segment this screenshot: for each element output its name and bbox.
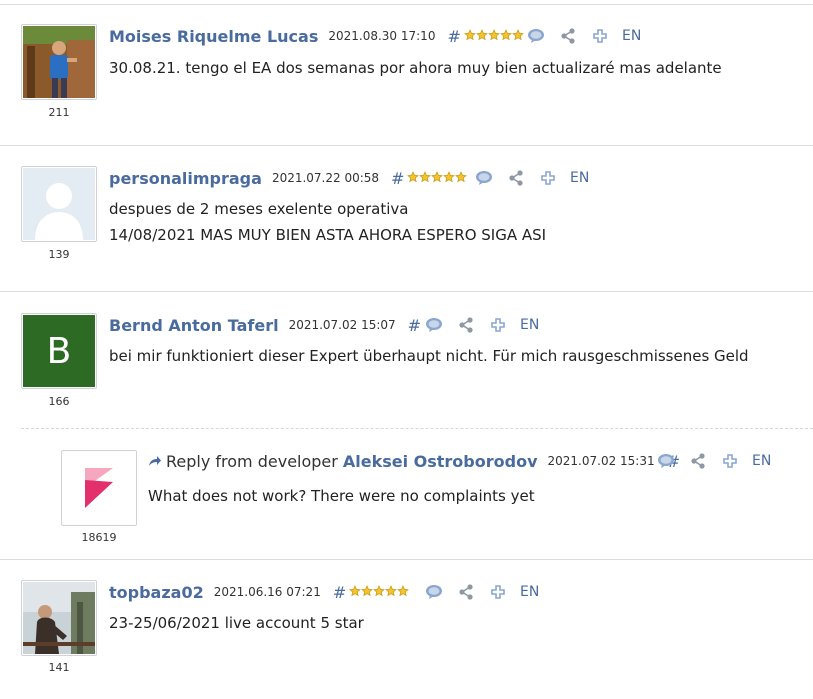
review-text-line: 30.08.21. tengo el EA dos semanas por ah… (109, 59, 722, 77)
developer-logo-icon (63, 452, 135, 524)
author-link[interactable]: Moises Riquelme Lucas (109, 27, 318, 46)
share-icon[interactable] (688, 451, 708, 471)
star-icon (407, 171, 420, 183)
avatar-letter: B (46, 330, 72, 372)
star-icon (349, 585, 362, 597)
star-icon (397, 585, 410, 597)
rating-count: 141 (48, 661, 70, 674)
avatar-photo (23, 26, 95, 98)
avatar[interactable] (21, 580, 97, 656)
star-rating (407, 171, 468, 183)
star-icon (511, 29, 524, 41)
review-date: 2021.08.30 17:10 (328, 29, 436, 43)
translate-en-link[interactable]: EN (520, 317, 539, 333)
plus-icon[interactable] (538, 168, 558, 188)
review-text-line: despues de 2 meses exelente operativa (109, 200, 409, 218)
review-date: 2021.07.22 00:58 (271, 171, 380, 185)
star-icon (373, 585, 386, 597)
star-rating (349, 585, 410, 597)
avatar[interactable] (21, 24, 97, 100)
reply-date: 2021.07.02 15:31 (547, 454, 655, 468)
star-icon (431, 171, 444, 183)
comment-icon[interactable] (474, 168, 494, 188)
permalink-hash[interactable]: # (333, 583, 346, 602)
rating-count: 139 (48, 248, 70, 261)
reply-text: What does not work? There were no compla… (148, 483, 535, 509)
divider (0, 291, 813, 292)
translate-en-link[interactable]: EN (622, 28, 641, 44)
star-icon (443, 171, 456, 183)
author-link[interactable]: personalimpraga (109, 169, 262, 188)
share-icon[interactable] (558, 26, 578, 46)
comment-icon[interactable] (656, 451, 676, 471)
rating-count: 18619 (81, 531, 117, 544)
divider (0, 145, 813, 146)
star-icon (475, 29, 488, 41)
star-icon (455, 171, 468, 183)
comment-icon[interactable] (424, 582, 444, 602)
default-avatar-icon (23, 168, 95, 240)
plus-icon[interactable] (720, 451, 740, 471)
comment-icon[interactable] (526, 26, 546, 46)
share-icon[interactable] (506, 168, 526, 188)
review-text: despues de 2 meses exelente operativa 14… (109, 196, 546, 248)
star-icon (463, 29, 476, 41)
star-rating (463, 29, 524, 41)
plus-icon[interactable] (590, 26, 610, 46)
developer-link[interactable]: Aleksei Ostroborodov (343, 452, 538, 471)
review-text-line: bei mir funktioniert dieser Expert überh… (109, 347, 749, 365)
star-icon (499, 29, 512, 41)
review-date: 2021.06.16 07:21 (213, 585, 321, 599)
review-date: 2021.07.02 15:07 (288, 318, 396, 332)
permalink-hash[interactable]: # (447, 27, 460, 46)
avatar[interactable] (21, 166, 97, 242)
share-icon[interactable] (456, 315, 476, 335)
review-text: 23-25/06/2021 live account 5 star (109, 610, 364, 636)
translate-en-link[interactable]: EN (570, 170, 589, 186)
review-text-line: 23-25/06/2021 live account 5 star (109, 614, 364, 632)
review-text-line: 14/08/2021 MAS MUY BIEN ASTA AHORA ESPER… (109, 226, 547, 244)
plus-icon[interactable] (488, 315, 508, 335)
review-text: bei mir funktioniert dieser Expert überh… (109, 343, 749, 369)
star-icon (361, 585, 374, 597)
reply-divider (21, 428, 813, 429)
rating-count: 211 (48, 106, 70, 119)
star-icon (487, 29, 500, 41)
star-icon (419, 171, 432, 183)
permalink-hash[interactable]: # (391, 169, 404, 188)
author-link[interactable]: topbaza02 (109, 583, 204, 602)
comment-icon[interactable] (424, 315, 444, 335)
divider (0, 559, 813, 560)
plus-icon[interactable] (488, 582, 508, 602)
review-text: 30.08.21. tengo el EA dos semanas por ah… (109, 55, 722, 81)
reply-label: Reply from developer (148, 452, 338, 471)
avatar[interactable]: B (21, 313, 97, 389)
share-icon[interactable] (456, 582, 476, 602)
reply-arrow-icon (149, 456, 161, 466)
avatar-photo (23, 582, 95, 654)
top-divider (0, 4, 813, 5)
reply-from-developer-label: Reply from developer (166, 451, 338, 471)
rating-count: 166 (48, 395, 70, 408)
reply-text-line: What does not work? There were no compla… (148, 487, 535, 505)
permalink-hash[interactable]: # (408, 316, 421, 335)
letter-avatar: B (23, 315, 95, 387)
translate-en-link[interactable]: EN (752, 453, 771, 469)
author-link[interactable]: Bernd Anton Taferl (109, 316, 279, 335)
avatar[interactable] (61, 450, 137, 526)
star-icon (385, 585, 398, 597)
translate-en-link[interactable]: EN (520, 584, 539, 600)
